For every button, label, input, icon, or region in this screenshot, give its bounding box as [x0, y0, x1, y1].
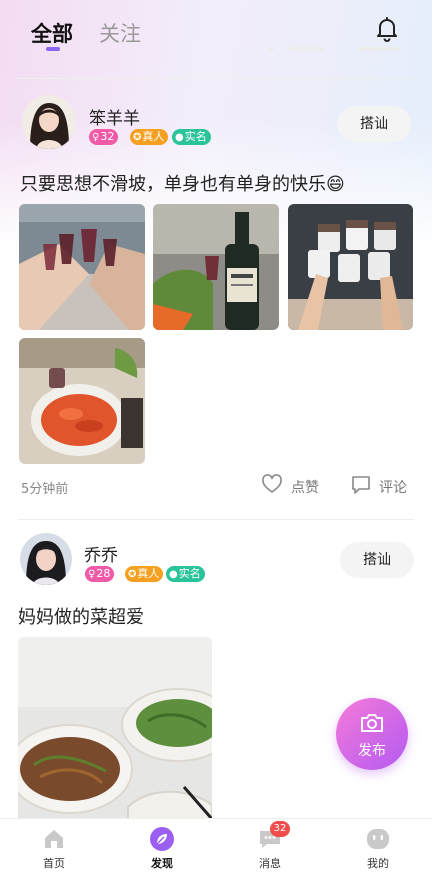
comment-icon[interactable]	[350, 474, 372, 496]
post-time: 5分钟前	[21, 482, 69, 497]
scrolled-row-remnant	[260, 44, 410, 54]
tab-all[interactable]: 全部	[31, 18, 73, 48]
active-tab-indicator	[46, 47, 60, 51]
username[interactable]: 乔乔	[84, 541, 118, 566]
avatar[interactable]	[20, 533, 72, 585]
heart-icon[interactable]	[261, 473, 283, 495]
chat-up-button[interactable]: 搭讪	[340, 542, 414, 578]
avatar[interactable]	[22, 95, 76, 149]
real-name-label: 实名	[178, 567, 201, 580]
person-icon: ●	[169, 569, 178, 580]
post-photo[interactable]	[19, 204, 145, 330]
real-person-label: 真人	[142, 130, 165, 143]
post-photo[interactable]	[18, 637, 212, 819]
nav-discover[interactable]: 发现	[108, 819, 216, 872]
message-count-badge: 32	[270, 821, 290, 837]
post-text: 妈妈做的菜超爱	[18, 607, 144, 628]
age-badge: ♀28	[85, 566, 115, 582]
post-photo[interactable]	[19, 338, 145, 464]
nav-discover-label: 发现	[151, 857, 173, 870]
real-name-badge: ●实名	[166, 566, 205, 582]
header-divider	[18, 78, 414, 79]
real-person-badge: ✪真人	[130, 129, 169, 145]
gender-female-icon: ♀	[92, 132, 100, 143]
top-header: 全部 关注	[0, 0, 432, 62]
nav-home-label: 首页	[43, 857, 65, 870]
real-name-label: 实名	[184, 130, 207, 143]
home-icon	[45, 830, 63, 848]
nav-profile[interactable]: 我的	[324, 819, 432, 872]
bottom-navigation: 首页 发现 消息 我的	[0, 818, 432, 872]
nav-home[interactable]: 首页	[0, 819, 108, 872]
nav-profile-label: 我的	[367, 857, 389, 870]
post-divider	[18, 519, 414, 520]
publish-button[interactable]: 发布	[336, 698, 408, 770]
comment-button[interactable]: 评论	[379, 477, 407, 497]
person-icon: ●	[175, 132, 184, 143]
publish-label: 发布	[358, 743, 386, 759]
username[interactable]: 笨羊羊	[89, 104, 140, 129]
post-photo[interactable]	[153, 204, 279, 330]
real-name-badge: ●实名	[172, 129, 211, 145]
bell-icon[interactable]	[372, 14, 402, 44]
tab-follow[interactable]: 关注	[99, 18, 141, 48]
post-text: 只要思想不滑坡，单身也有单身的快乐😄	[20, 174, 345, 195]
camera-icon	[361, 714, 383, 732]
gender-female-icon: ♀	[88, 569, 96, 580]
like-button[interactable]: 点赞	[291, 477, 319, 497]
verified-icon: ✪	[133, 132, 142, 143]
real-person-badge: ✪真人	[125, 566, 164, 582]
real-person-label: 真人	[137, 567, 160, 580]
nav-messages-label: 消息	[259, 857, 281, 870]
age-value: 28	[96, 567, 111, 580]
profile-icon	[367, 829, 389, 849]
age-badge: ♀32	[89, 129, 119, 145]
discover-leaf-icon	[150, 827, 174, 851]
post-photo[interactable]	[288, 204, 413, 330]
chat-up-button[interactable]: 搭讪	[337, 106, 411, 142]
age-value: 32	[100, 130, 115, 143]
verified-icon: ✪	[128, 569, 137, 580]
